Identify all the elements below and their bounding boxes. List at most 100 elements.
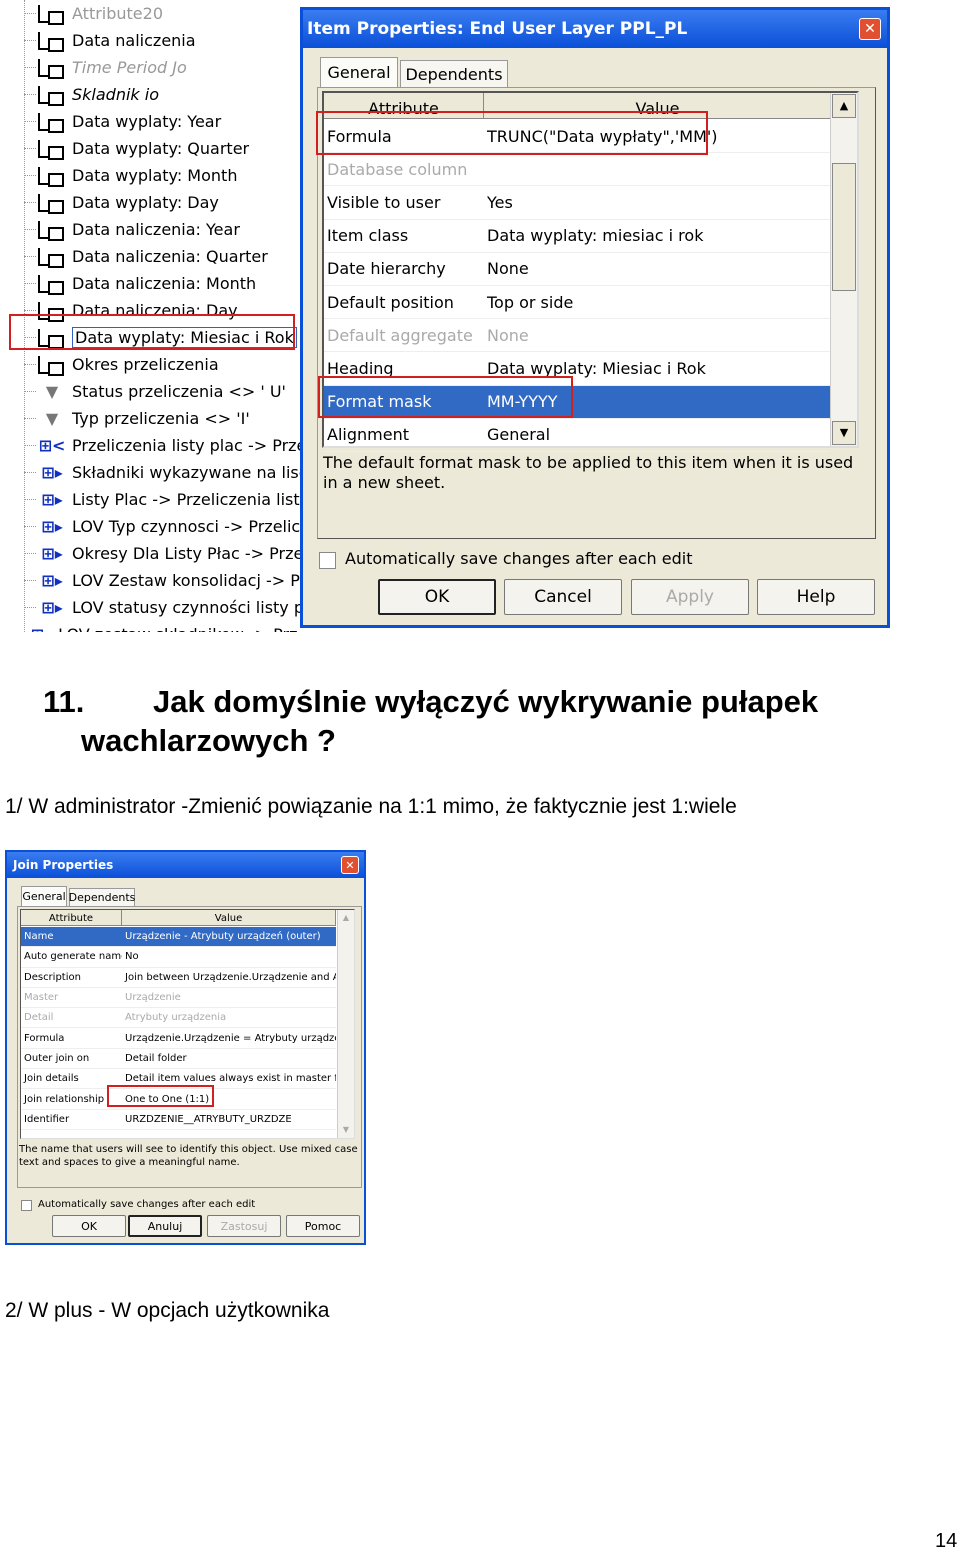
grid-row[interactable]: Visible to user Yes	[324, 186, 830, 220]
value-cell[interactable]: Urządzenie	[122, 992, 336, 1003]
value-cell[interactable]: Detail item values always exist in maste…	[122, 1073, 336, 1084]
grid-row[interactable]: Alignment General	[324, 419, 830, 452]
tree-item-label: Data naliczenia: Year	[72, 220, 240, 239]
item-icon	[38, 193, 64, 214]
tree-item[interactable]: ⊞▸ Listy Plac -> Przeliczenia listy plac	[24, 486, 300, 513]
grid-row[interactable]: Outer join on Detail folder	[21, 1049, 336, 1070]
tree-item[interactable]: Data naliczenia	[24, 27, 300, 54]
filter-icon: ▼	[45, 382, 59, 401]
grid-row[interactable]: Name Urządzenie - Atrybuty urządzeń (oute…	[21, 927, 336, 948]
ok-button[interactable]: OK	[378, 579, 496, 615]
tab-dependents[interactable]: Dependents	[69, 888, 135, 906]
value-cell[interactable]: Yes	[484, 193, 830, 212]
grid-row[interactable]: Default aggregate None	[324, 319, 830, 353]
grid-row[interactable]: Description Join between Urządzenie.Urząd…	[21, 968, 336, 988]
value-cell[interactable]: Top or side	[484, 293, 830, 312]
attribute-cell: Date hierarchy	[327, 259, 446, 279]
scroll-down-icon[interactable]: ▼	[338, 1122, 354, 1138]
close-button[interactable]: ✕	[859, 18, 881, 40]
tree-item[interactable]: Data naliczenia: Year	[24, 216, 300, 243]
tree-connector	[24, 148, 36, 149]
help-button[interactable]: Help	[757, 579, 875, 615]
value-cell[interactable]: Detail folder	[122, 1053, 336, 1064]
title-bar: Join Properties ✕	[7, 852, 364, 878]
scrollbar[interactable]: ▲ ▼	[337, 910, 354, 1138]
scroll-up-icon[interactable]: ▲	[338, 910, 354, 926]
tab-dependents[interactable]: Dependents	[400, 60, 508, 87]
value-cell[interactable]: General	[484, 425, 830, 444]
tree-item-label: Data naliczenia: Month	[72, 274, 257, 293]
item-icon	[38, 247, 64, 268]
tree-item[interactable]: Data wyplaty: Month	[24, 162, 300, 189]
value-cell[interactable]: Urządzenie.Urządzenie = Atrybuty urządze…	[122, 1033, 336, 1044]
tree-connector	[24, 202, 36, 203]
autosave-checkbox[interactable]	[21, 1200, 32, 1211]
tree-connector	[24, 499, 36, 500]
grid-row[interactable]: Date hierarchy None	[324, 253, 830, 286]
tree-item[interactable]: ⊞▸ LOV Typ czynnosci -> Przeliczenia	[24, 513, 300, 540]
tree-connector	[24, 364, 36, 365]
value-cell[interactable]: Urządzenie - Atrybuty urządzeń (outer)	[122, 931, 336, 942]
cancel-button[interactable]: Anuluj	[128, 1215, 202, 1237]
grid-row[interactable]: Item class Data wyplaty: miesiac i rok	[324, 220, 830, 253]
item-icon	[38, 4, 64, 25]
tree-connector	[24, 472, 36, 473]
grid-row[interactable]: Master Urządzenie	[21, 988, 336, 1009]
tree-item[interactable]: Data naliczenia: Month	[24, 270, 300, 297]
scrollbar[interactable]: ▲ ▼	[830, 93, 857, 446]
grid-row[interactable]: Detail Atrybuty urządzenia	[21, 1008, 336, 1029]
value-cell[interactable]: None	[484, 259, 830, 278]
grid-row[interactable]: Identifier URZDZENIE__ATRYBUTY_URZDZE	[21, 1110, 336, 1130]
tree-item[interactable]: Time Period Jo	[24, 54, 300, 81]
tree-item[interactable]: Skladnik io	[24, 81, 300, 108]
grid-row[interactable]: Formula Urządzenie.Urządzenie = Atrybuty …	[21, 1029, 336, 1049]
tab-general[interactable]: General	[320, 57, 398, 87]
close-button[interactable]: ✕	[341, 856, 359, 874]
cancel-button[interactable]: Cancel	[504, 579, 622, 615]
tree-item[interactable]: Attribute20	[24, 0, 300, 27]
tab-general[interactable]: General	[21, 886, 67, 906]
tree-item[interactable]: Okres przeliczenia	[24, 351, 300, 378]
tree-connector	[24, 418, 36, 419]
scroll-up-icon[interactable]: ▲	[832, 94, 856, 118]
tree-item[interactable]: ⊞▸ Składniki wykazywane na liscie	[24, 459, 300, 486]
tree-connector	[24, 283, 36, 284]
value-cell[interactable]: None	[484, 326, 830, 345]
value-cell[interactable]: Join between Urządzenie.Urządzenie and A…	[122, 972, 336, 983]
tree-item-label: Data wyplaty: Day	[72, 193, 219, 212]
tree-item-label: Okres przeliczenia	[72, 355, 219, 374]
tree-item[interactable]: ⊞▸ LOV Zestaw konsolidacj -> Przeliczenia	[24, 567, 300, 594]
grid-row[interactable]: Default position Top or side	[324, 286, 830, 320]
attribute-cell: Auto generate name	[24, 951, 122, 963]
apply-button[interactable]: Apply	[631, 579, 749, 615]
tree-item[interactable]: Data naliczenia: Quarter	[24, 243, 300, 270]
tree-item[interactable]: ▼ Status przeliczenia <> ' U'	[24, 378, 300, 405]
dialog-title: Join Properties	[13, 858, 114, 872]
tree-item[interactable]: ⊞< Przeliczenia listy plac -> Przeliczeni…	[24, 432, 300, 459]
attribute-cell: Name	[24, 931, 54, 943]
value-cell[interactable]: Atrybuty urządzenia	[122, 1012, 336, 1023]
autosave-checkbox[interactable]	[319, 552, 336, 569]
apply-button[interactable]: Zastosuj	[207, 1215, 281, 1237]
ok-button[interactable]: OK	[52, 1215, 126, 1237]
value-cell[interactable]: No	[122, 951, 336, 962]
tree-connector	[24, 391, 36, 392]
tree-item[interactable]: ▼ Typ przeliczenia <> 'I'	[24, 405, 300, 432]
tree-item[interactable]: Data wyplaty: Day	[24, 189, 300, 216]
filter-icon: ▼	[45, 409, 59, 428]
tree-item[interactable]: ⊞▸ LOV statusy czynności listy płac	[24, 594, 300, 621]
tree-item[interactable]: Data wyplaty: Year	[24, 108, 300, 135]
value-cell[interactable]: URZDZENIE__ATRYBUTY_URZDZE	[122, 1114, 336, 1125]
grid-row[interactable]: Database column	[324, 153, 830, 187]
tree-item[interactable]: ⊞▸ Okresy Dla Listy Płac -> Przeliczenia	[24, 540, 300, 567]
join-icon: ⊞▸	[41, 571, 63, 590]
tree-item[interactable]: Data wyplaty: Quarter	[24, 135, 300, 162]
column-attribute: Attribute	[21, 910, 122, 926]
scroll-down-icon[interactable]: ▼	[832, 421, 856, 445]
tree-item[interactable]: ⊞▸ LOV zestaw skladnikow -> Przeliczenia …	[24, 621, 300, 632]
help-button[interactable]: Pomoc	[286, 1215, 360, 1237]
tree-connector	[24, 607, 36, 608]
grid-row[interactable]: Auto generate name No	[21, 947, 336, 968]
scroll-thumb[interactable]	[832, 163, 856, 291]
value-cell[interactable]: Data wyplaty: miesiac i rok	[484, 226, 830, 245]
